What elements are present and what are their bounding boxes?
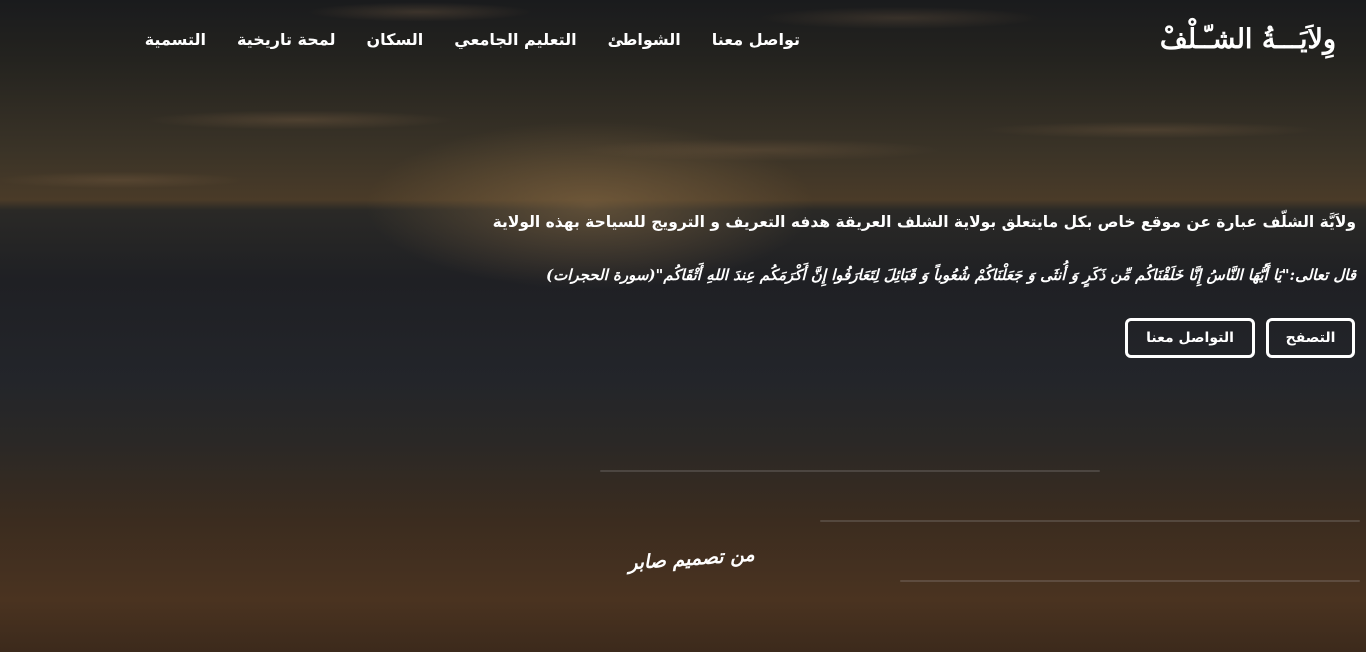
quran-verse: قال تعالى:"يَا أَيُّهَا النَّاسُ إِنَّا … xyxy=(546,266,1356,284)
nav-item-population[interactable]: السكان xyxy=(367,30,424,49)
hero-section: وِلاَيَـــةُ الشـّـلْفْ التسمية لمحة تار… xyxy=(0,0,1366,652)
wave-foam xyxy=(820,520,1360,522)
nav-item-history[interactable]: لمحة تاريخية xyxy=(237,30,336,49)
site-logo[interactable]: وِلاَيَـــةُ الشـّـلْفْ xyxy=(1160,24,1336,55)
main-nav: التسمية لمحة تاريخية السكان التعليم الجا… xyxy=(145,30,800,49)
nav-item-naming[interactable]: التسمية xyxy=(145,30,206,49)
intro-text: ولاَيَّة الشلّف عبارة عن موقع خاص بكل ما… xyxy=(492,213,1356,231)
browse-button[interactable]: التصفح xyxy=(1266,318,1355,358)
wave-foam xyxy=(600,470,1100,472)
top-navbar: وِلاَيَـــةُ الشـّـلْفْ التسمية لمحة تار… xyxy=(0,0,1366,84)
contact-button[interactable]: التواصل معنا xyxy=(1125,318,1255,358)
wave-foam xyxy=(900,580,1360,582)
nav-item-university[interactable]: التعليم الجامعي xyxy=(454,30,576,49)
nav-item-beaches[interactable]: الشواطئ xyxy=(608,30,681,49)
nav-item-contact[interactable]: تواصل معنا xyxy=(712,30,800,49)
